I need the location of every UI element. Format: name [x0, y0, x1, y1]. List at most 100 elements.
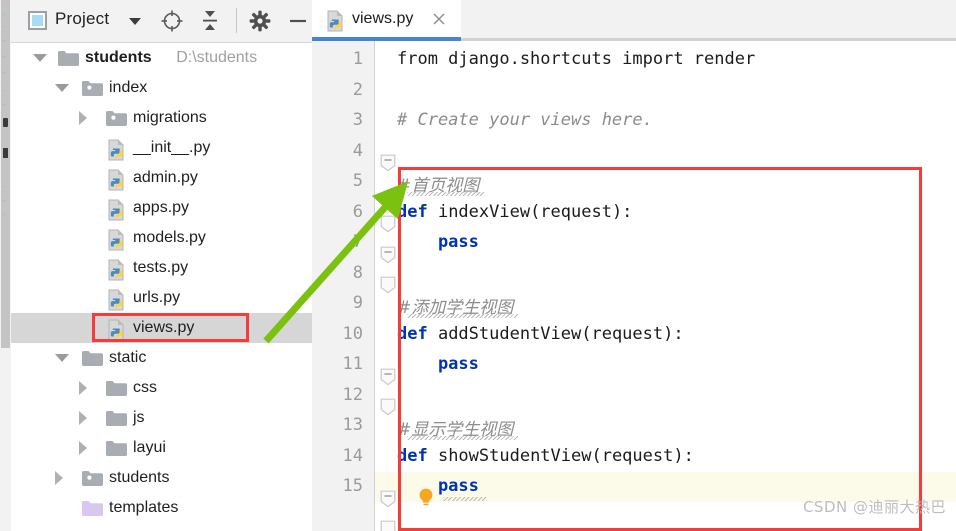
gear-icon[interactable] — [247, 8, 273, 34]
tree-item-layui[interactable]: layui — [11, 433, 312, 463]
line-number: 13 — [342, 415, 363, 435]
spellcheck-underline — [407, 436, 518, 440]
tree-item-static[interactable]: static — [11, 343, 312, 373]
line-number: 4 — [352, 140, 363, 161]
code-token: indexView(request): — [427, 201, 633, 222]
tree-item-label: migrations — [133, 109, 207, 126]
code-token: from django.shortcuts import render — [397, 49, 756, 69]
python-file-icon — [107, 289, 127, 311]
tree-item-apps-py[interactable]: apps.py — [11, 193, 312, 223]
line-number: 6 — [352, 201, 363, 222]
tree-item-label: students — [85, 49, 152, 66]
line-number: 9 — [352, 293, 363, 313]
module-folder-icon — [81, 79, 103, 97]
tree-item-label: urls.py — [133, 289, 181, 306]
chevron-down-icon[interactable] — [55, 354, 69, 362]
strip-tick — [3, 186, 6, 187]
tree-item-css[interactable]: css — [11, 373, 312, 403]
spellcheck-underline — [407, 192, 484, 196]
tree-item-label: tests.py — [133, 259, 189, 276]
code-token: def — [397, 323, 428, 344]
code-line: pass — [397, 354, 479, 374]
lightbulb-icon[interactable] — [416, 486, 436, 510]
tree-item-js[interactable]: js — [11, 403, 312, 433]
code-line: # Create your views here. — [397, 110, 653, 130]
module-folder-icon — [81, 469, 103, 487]
chevron-right-icon[interactable] — [79, 111, 87, 125]
chevron-down-icon[interactable] — [55, 84, 69, 92]
watermark: CSDN @迪丽大热巴 — [802, 498, 946, 516]
strip-tick — [3, 72, 6, 73]
tree-item-urls-py[interactable]: urls.py — [11, 283, 312, 313]
code-view[interactable]: 1 2 3 4 5 6 7 8 9 10 11 12 13 14 15 from django.shortc… — [312, 41, 956, 531]
project-tree[interactable]: students D:\students index migrations __init… — [11, 43, 312, 531]
editor-tab-bar: views.py — [312, 0, 956, 41]
tree-item-label: apps.py — [133, 199, 190, 216]
python-file-icon — [326, 10, 346, 32]
folder-icon — [57, 49, 79, 67]
code-text[interactable]: from django.shortcuts import render # Cre… — [375, 41, 956, 531]
tree-item-students[interactable]: students D:\students — [11, 43, 312, 73]
code-line: def addStudentView(request): — [397, 324, 684, 344]
tree-item-students[interactable]: students — [11, 463, 312, 493]
line-number: 11 — [342, 354, 363, 374]
tree-item-views-py[interactable]: views.py — [11, 313, 312, 343]
tree-item-tests-py[interactable]: tests.py — [11, 253, 312, 283]
tree-item-models-py[interactable]: models.py — [11, 223, 312, 253]
tree-item-init-py[interactable]: __init__.py — [11, 133, 312, 163]
strip-tick — [3, 200, 6, 201]
tree-item-path: D:\students — [176, 49, 258, 66]
spellcheck-underline — [443, 497, 487, 501]
editor-area: views.py 1 2 3 4 5 6 7 8 9 10 11 12 13 14 15 from djan… — [312, 0, 956, 531]
tree-item-templates[interactable]: templates — [11, 493, 312, 523]
code-line: def showStudentView(request): — [397, 446, 694, 466]
code-token: pass — [397, 476, 479, 496]
tree-item-label: __init__.py — [133, 139, 211, 156]
project-title: Project — [55, 9, 110, 28]
strip-tick — [3, 40, 6, 41]
collapse-all-button[interactable] — [197, 8, 223, 34]
chevron-down-icon[interactable] — [129, 18, 141, 25]
tree-item-admin-py[interactable]: admin.py — [11, 163, 312, 193]
module-folder-icon — [105, 109, 127, 127]
close-icon[interactable] — [432, 12, 446, 26]
select-opened-file-button[interactable] — [159, 8, 185, 34]
editor-gutter[interactable]: 1 2 3 4 5 6 7 8 9 10 11 12 13 14 15 — [312, 41, 375, 531]
strip-tick — [3, 90, 6, 91]
chevron-right-icon[interactable] — [79, 411, 87, 425]
tree-item-label: layui — [133, 439, 166, 456]
chevron-right-icon[interactable] — [79, 381, 87, 395]
code-token: def — [397, 445, 428, 466]
tab-label: views.py — [352, 10, 414, 27]
tree-item-index[interactable]: index — [11, 73, 312, 103]
strip-tick — [3, 214, 6, 215]
python-file-icon — [107, 259, 127, 281]
project-toolbar: Project — [11, 0, 312, 43]
tree-item-label: admin.py — [133, 169, 198, 186]
tree-item-label: students — [109, 469, 170, 486]
line-number: 14 — [342, 445, 363, 466]
code-token: pass — [397, 232, 479, 252]
tree-item-label: templates — [109, 499, 179, 516]
folder-icon — [105, 379, 127, 397]
code-line: def indexView(request): — [397, 202, 632, 222]
folder-icon — [81, 349, 103, 367]
python-file-icon — [107, 229, 127, 251]
python-file-icon — [107, 139, 127, 161]
tab-views-py[interactable]: views.py — [312, 0, 461, 41]
code-token: pass — [397, 354, 479, 374]
templates-folder-icon — [81, 499, 103, 517]
tree-item-label: static — [109, 349, 147, 366]
minimize-dash-icon[interactable] — [285, 8, 311, 34]
chevron-right-icon[interactable] — [79, 441, 87, 455]
tree-item-label: js — [133, 409, 145, 426]
line-number: 7 — [352, 232, 363, 252]
chevron-right-icon[interactable] — [55, 471, 63, 485]
line-number: 12 — [342, 384, 363, 405]
project-view-icon — [28, 11, 47, 30]
chevron-down-icon[interactable] — [33, 54, 47, 62]
strip-tick — [3, 104, 6, 105]
line-number: 1 — [352, 49, 363, 69]
ide-window: Project students D:\students index migra… — [0, 0, 956, 531]
tree-item-migrations[interactable]: migrations — [11, 103, 312, 133]
